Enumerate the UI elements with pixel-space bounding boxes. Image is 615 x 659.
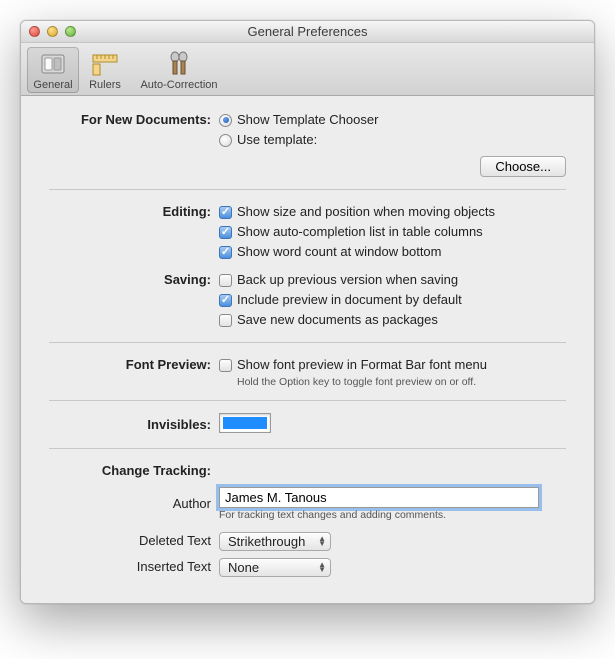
inserted-text-select[interactable]: None ▲▼	[219, 558, 331, 577]
autocorrection-icon	[133, 50, 225, 78]
new-docs-label: For New Documents:	[49, 110, 219, 130]
checkbox-backup-label: Back up previous version when saving	[237, 270, 458, 290]
author-hint: For tracking text changes and adding com…	[219, 509, 566, 521]
window-title: General Preferences	[21, 24, 594, 39]
checkbox-font-preview[interactable]	[219, 359, 232, 372]
chevron-updown-icon: ▲▼	[318, 536, 326, 546]
checkbox-autocomplete-tables[interactable]	[219, 226, 232, 239]
tab-rulers-label: Rulers	[81, 79, 129, 91]
tab-autocorrection[interactable]: Auto-Correction	[131, 47, 227, 93]
deleted-text-value: Strikethrough	[228, 534, 305, 549]
checkbox-autocomplete-tables-label: Show auto-completion list in table colum…	[237, 222, 483, 242]
separator	[49, 448, 566, 449]
saving-label: Saving:	[49, 270, 219, 290]
checkbox-font-preview-label: Show font preview in Format Bar font men…	[237, 355, 487, 375]
inserted-text-label: Inserted Text	[49, 557, 219, 577]
invisibles-color	[223, 417, 267, 429]
radio-show-template-chooser-label: Show Template Chooser	[237, 110, 378, 130]
chevron-updown-icon: ▲▼	[318, 562, 326, 572]
radio-show-template-chooser[interactable]	[219, 114, 232, 127]
invisibles-label: Invisibles:	[49, 415, 219, 435]
titlebar: General Preferences	[21, 21, 594, 43]
tab-general[interactable]: General	[27, 47, 79, 93]
content: For New Documents: Show Template Chooser…	[21, 96, 594, 603]
separator	[49, 189, 566, 190]
preferences-window: General Preferences General Rulers Auto-…	[20, 20, 595, 604]
checkbox-word-count[interactable]	[219, 246, 232, 259]
checkbox-include-preview-label: Include preview in document by default	[237, 290, 462, 310]
author-input[interactable]	[219, 487, 539, 508]
checkbox-show-size-position-label: Show size and position when moving objec…	[237, 202, 495, 222]
choose-button[interactable]: Choose...	[480, 156, 566, 177]
deleted-text-select[interactable]: Strikethrough ▲▼	[219, 532, 331, 551]
separator	[49, 400, 566, 401]
inserted-text-value: None	[228, 560, 259, 575]
switch-icon	[29, 50, 77, 78]
close-icon[interactable]	[29, 26, 40, 37]
checkbox-save-packages-label: Save new documents as packages	[237, 310, 438, 330]
separator	[49, 342, 566, 343]
toolbar: General Rulers Auto-Correction	[21, 43, 594, 96]
invisibles-color-well[interactable]	[219, 413, 271, 433]
font-preview-hint: Hold the Option key to toggle font previ…	[237, 376, 566, 388]
author-label: Author	[49, 494, 219, 514]
editing-label: Editing:	[49, 202, 219, 222]
tab-autocorrection-label: Auto-Correction	[133, 79, 225, 91]
checkbox-backup[interactable]	[219, 274, 232, 287]
radio-use-template[interactable]	[219, 134, 232, 147]
radio-use-template-label: Use template:	[237, 130, 317, 150]
change-tracking-label: Change Tracking:	[49, 461, 219, 481]
ruler-icon	[81, 50, 129, 78]
checkbox-save-packages[interactable]	[219, 314, 232, 327]
checkbox-word-count-label: Show word count at window bottom	[237, 242, 442, 262]
checkbox-include-preview[interactable]	[219, 294, 232, 307]
font-preview-label: Font Preview:	[49, 355, 219, 375]
deleted-text-label: Deleted Text	[49, 531, 219, 551]
tab-general-label: General	[29, 79, 77, 91]
minimize-icon[interactable]	[47, 26, 58, 37]
zoom-icon[interactable]	[65, 26, 76, 37]
checkbox-show-size-position[interactable]	[219, 206, 232, 219]
tab-rulers[interactable]: Rulers	[79, 47, 131, 93]
